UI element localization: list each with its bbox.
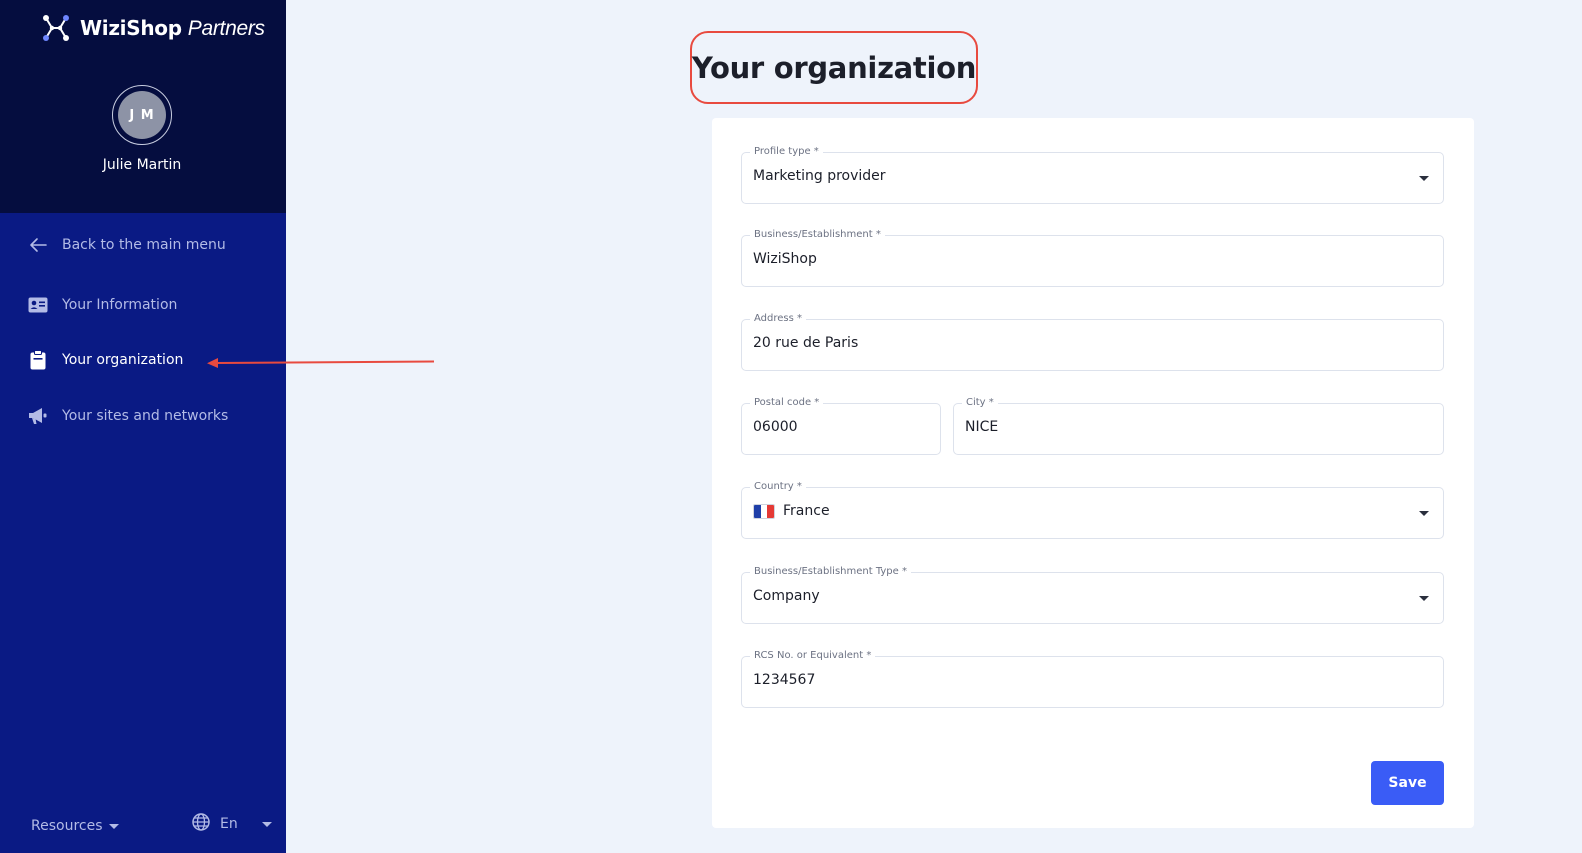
logo[interactable]: WiziShop Partners — [40, 12, 265, 44]
field-value: 1234567 — [753, 672, 816, 688]
chevron-down-icon — [261, 821, 272, 827]
page-title-highlight: Your organization — [690, 31, 978, 104]
sidebar-item-your-information[interactable]: Your Information — [28, 295, 177, 315]
postal-code-field[interactable]: Postal code * 06000 — [741, 397, 941, 455]
profile-type-select[interactable]: Profile type * Marketing provider — [741, 146, 1444, 204]
sidebar-item-your-organization[interactable]: Your organization — [28, 350, 183, 370]
resources-label: Resources — [31, 818, 103, 834]
sidebar-item-label: Your Information — [62, 297, 178, 313]
field-label: Country * — [750, 481, 806, 493]
globe-icon — [192, 813, 210, 835]
business-type-select[interactable]: Business/Establishment Type * Company — [741, 566, 1444, 624]
brand-name: WiziShop — [80, 15, 182, 40]
field-value: Marketing provider — [753, 168, 886, 184]
city-field[interactable]: City * NICE — [953, 397, 1444, 455]
organization-form-card: Profile type * Marketing provider Busine… — [712, 118, 1474, 828]
resources-menu[interactable]: Resources — [31, 818, 119, 834]
megaphone-icon — [28, 406, 48, 426]
sidebar-footer: Resources En — [0, 813, 286, 843]
field-value: 06000 — [753, 419, 798, 435]
language-label: En — [220, 816, 238, 832]
sidebar: WiziShop Partners J M Julie Martin Back … — [0, 0, 286, 853]
back-label: Back to the main menu — [62, 237, 226, 253]
field-label: Postal code * — [750, 397, 824, 409]
field-value: WiziShop — [753, 251, 817, 267]
field-label: City * — [962, 397, 998, 409]
address-field[interactable]: Address * 20 rue de Paris — [741, 313, 1444, 371]
arrow-left-icon — [28, 235, 48, 255]
language-selector[interactable]: En — [192, 813, 272, 835]
country-select[interactable]: Country * France — [741, 481, 1444, 539]
logo-text: WiziShop Partners — [80, 16, 265, 41]
chevron-down-icon — [1419, 511, 1429, 516]
chevron-down-icon — [108, 823, 119, 829]
back-to-main-menu-link[interactable]: Back to the main menu — [28, 235, 226, 255]
chevron-down-icon — [1419, 176, 1429, 181]
field-value: Company — [753, 588, 820, 604]
rcs-number-field[interactable]: RCS No. or Equivalent * 1234567 — [741, 650, 1444, 708]
annotation-arrow — [207, 358, 435, 368]
save-button[interactable]: Save — [1371, 761, 1444, 805]
sidebar-item-label: Your sites and networks — [62, 408, 229, 424]
france-flag-icon — [753, 503, 775, 519]
business-establishment-field[interactable]: Business/Establishment * WiziShop — [741, 229, 1444, 287]
avatar-ring[interactable]: J M — [112, 85, 172, 145]
field-value: France — [783, 503, 830, 519]
id-card-icon — [28, 295, 48, 315]
field-value: NICE — [965, 419, 999, 435]
field-label: Profile type * — [750, 146, 823, 158]
sidebar-item-label: Your organization — [62, 352, 184, 368]
user-name: Julie Martin — [102, 157, 182, 173]
field-value: 20 rue de Paris — [753, 335, 859, 351]
avatar: J M — [118, 91, 166, 139]
brand-suffix: Partners — [187, 16, 265, 40]
sidebar-item-your-sites-and-networks[interactable]: Your sites and networks — [28, 406, 228, 426]
sidebar-header: WiziShop Partners J M Julie Martin — [0, 0, 286, 213]
chevron-down-icon — [1419, 596, 1429, 601]
wizishop-logo-icon — [43, 15, 69, 41]
field-label: Business/Establishment * — [750, 229, 885, 241]
page-title: Your organization — [691, 50, 977, 85]
field-label: RCS No. or Equivalent * — [750, 650, 876, 662]
clipboard-icon — [28, 350, 48, 370]
field-label: Business/Establishment Type * — [750, 566, 911, 578]
field-value-wrap: France — [753, 503, 830, 519]
field-label: Address * — [750, 313, 807, 325]
